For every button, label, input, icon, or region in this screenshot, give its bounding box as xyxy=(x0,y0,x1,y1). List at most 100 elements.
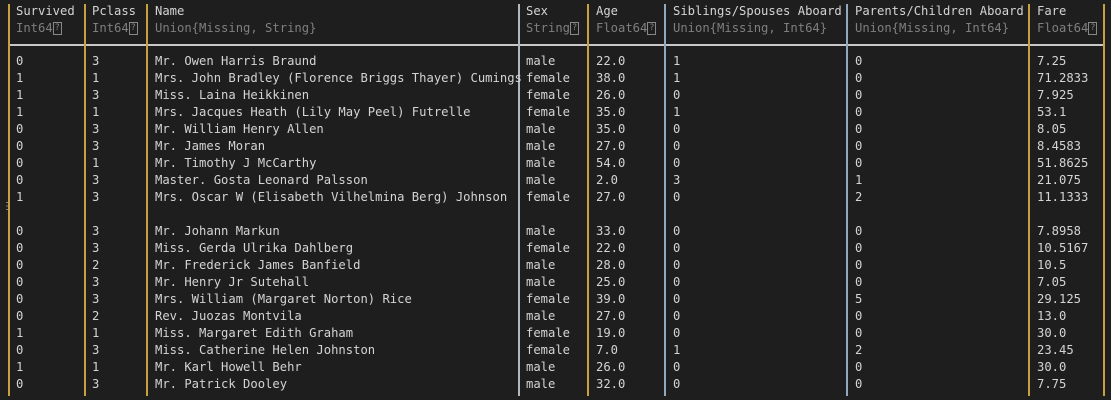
table-cell: 0 xyxy=(855,258,863,272)
table-cell: 51.8625 xyxy=(1037,156,1089,170)
table-cell: 3 xyxy=(92,241,100,255)
table-cell: 23.45 xyxy=(1037,343,1074,357)
column-border xyxy=(84,4,86,396)
table-cell: 0 xyxy=(855,241,863,255)
column-border xyxy=(1028,4,1030,396)
table-cell: 3 xyxy=(92,139,100,153)
table-cell: 3 xyxy=(92,173,100,187)
table-cell: Miss. Margaret Edith Graham xyxy=(155,326,354,340)
table-cell: 0 xyxy=(673,326,681,340)
column-type: Float64? xyxy=(1037,20,1098,37)
column-type: Int64? xyxy=(92,20,138,37)
table-cell: 1 xyxy=(855,173,863,187)
table-cell: 7.75 xyxy=(1037,377,1067,391)
table-cell: male xyxy=(526,156,556,170)
table-cell: 0 xyxy=(673,139,681,153)
column-type-label: Float64 xyxy=(596,21,648,35)
column-header[interactable]: Siblings/Spouses Aboard xyxy=(673,3,842,20)
table-cell: 7.8958 xyxy=(1037,224,1082,238)
table-cell: 0 xyxy=(16,275,24,289)
table-cell: 30.0 xyxy=(1037,360,1067,374)
table-cell: 3 xyxy=(92,292,100,306)
table-cell: 71.2833 xyxy=(1037,71,1089,85)
table-cell: 0 xyxy=(855,377,863,391)
column-header[interactable]: Age xyxy=(596,3,618,20)
table-cell: male xyxy=(526,377,556,391)
table-cell: 1 xyxy=(16,88,24,102)
table-cell: 0 xyxy=(16,343,24,357)
table-cell: female xyxy=(526,292,571,306)
table-cell: 22.0 xyxy=(596,54,626,68)
table-cell: 1 xyxy=(16,190,24,204)
table-cell: 27.0 xyxy=(596,190,626,204)
column-header[interactable]: Pclass xyxy=(92,3,136,20)
table-cell: 0 xyxy=(673,275,681,289)
table-cell: 28.0 xyxy=(596,258,626,272)
table-cell: 7.0 xyxy=(596,343,619,357)
table-cell: female xyxy=(526,241,571,255)
table-cell: 1 xyxy=(16,326,24,340)
row-ellipsis: ⋮ xyxy=(2,201,12,212)
table-cell: 3 xyxy=(92,54,100,68)
table-cell: 29.125 xyxy=(1037,292,1082,306)
column-header[interactable]: Parents/Children Aboard xyxy=(855,3,1024,20)
table-cell: 3 xyxy=(92,88,100,102)
column-border xyxy=(846,4,848,396)
table-cell: 19.0 xyxy=(596,326,626,340)
column-type: Union{Missing, Int64} xyxy=(673,20,827,37)
table-cell: 1 xyxy=(92,326,100,340)
table-cell: 3 xyxy=(92,122,100,136)
table-cell: 0 xyxy=(855,309,863,323)
table-cell: 0 xyxy=(16,139,24,153)
table-cell: 1 xyxy=(673,71,681,85)
table-cell: 26.0 xyxy=(596,360,626,374)
table-cell: Mrs. William (Margaret Norton) Rice xyxy=(155,292,412,306)
table-cell: Miss. Gerda Ulrika Dahlberg xyxy=(155,241,354,255)
table-cell: 1 xyxy=(92,71,100,85)
table-cell: 0 xyxy=(855,224,863,238)
type-info-icon: ? xyxy=(128,22,138,35)
table-cell: male xyxy=(526,360,556,374)
table-cell: 0 xyxy=(673,122,681,136)
table-cell: 27.0 xyxy=(596,139,626,153)
table-cell: 0 xyxy=(855,275,863,289)
column-header[interactable]: Name xyxy=(155,3,184,20)
table-cell: 0 xyxy=(16,377,24,391)
table-cell: Mr. Patrick Dooley xyxy=(155,377,288,391)
table-cell: 0 xyxy=(855,360,863,374)
column-header[interactable]: Survived xyxy=(16,3,75,20)
table-cell: 1 xyxy=(16,71,24,85)
table-cell: 1 xyxy=(92,105,100,119)
table-cell: Mr. Frederick James Banfield xyxy=(155,258,361,272)
table-cell: 11.1333 xyxy=(1037,190,1089,204)
table-cell: Miss. Laina Heikkinen xyxy=(155,88,310,102)
table-cell: 0 xyxy=(673,224,681,238)
column-border xyxy=(146,4,148,396)
table-cell: 8.4583 xyxy=(1037,139,1082,153)
column-header[interactable]: Sex xyxy=(526,3,548,20)
table-cell: Mrs. John Bradley (Florence Briggs Thaye… xyxy=(155,71,522,85)
column-type-label: Int64 xyxy=(16,21,53,35)
table-cell: female xyxy=(526,326,571,340)
table-cell: 54.0 xyxy=(596,156,626,170)
table-cell: 0 xyxy=(673,309,681,323)
table-cell: 0 xyxy=(673,377,681,391)
table-cell: 26.0 xyxy=(596,88,626,102)
table-cell: 0 xyxy=(855,122,863,136)
table-cell: 35.0 xyxy=(596,122,626,136)
table-cell: 0 xyxy=(16,224,24,238)
table-cell: 1 xyxy=(673,54,681,68)
table-cell: Mr. William Henry Allen xyxy=(155,122,324,136)
column-type-label: Union{Missing, String} xyxy=(155,21,317,35)
table-cell: 3 xyxy=(92,275,100,289)
table-cell: 0 xyxy=(673,258,681,272)
table-cell: 3 xyxy=(92,190,100,204)
table-cell: 0 xyxy=(855,71,863,85)
table-cell: 3 xyxy=(92,224,100,238)
column-type-label: Union{Missing, Int64} xyxy=(673,21,828,35)
table-cell: male xyxy=(526,54,556,68)
column-border xyxy=(587,4,589,396)
column-border xyxy=(8,4,10,396)
column-header[interactable]: Fare xyxy=(1037,3,1066,20)
column-border xyxy=(664,4,666,396)
